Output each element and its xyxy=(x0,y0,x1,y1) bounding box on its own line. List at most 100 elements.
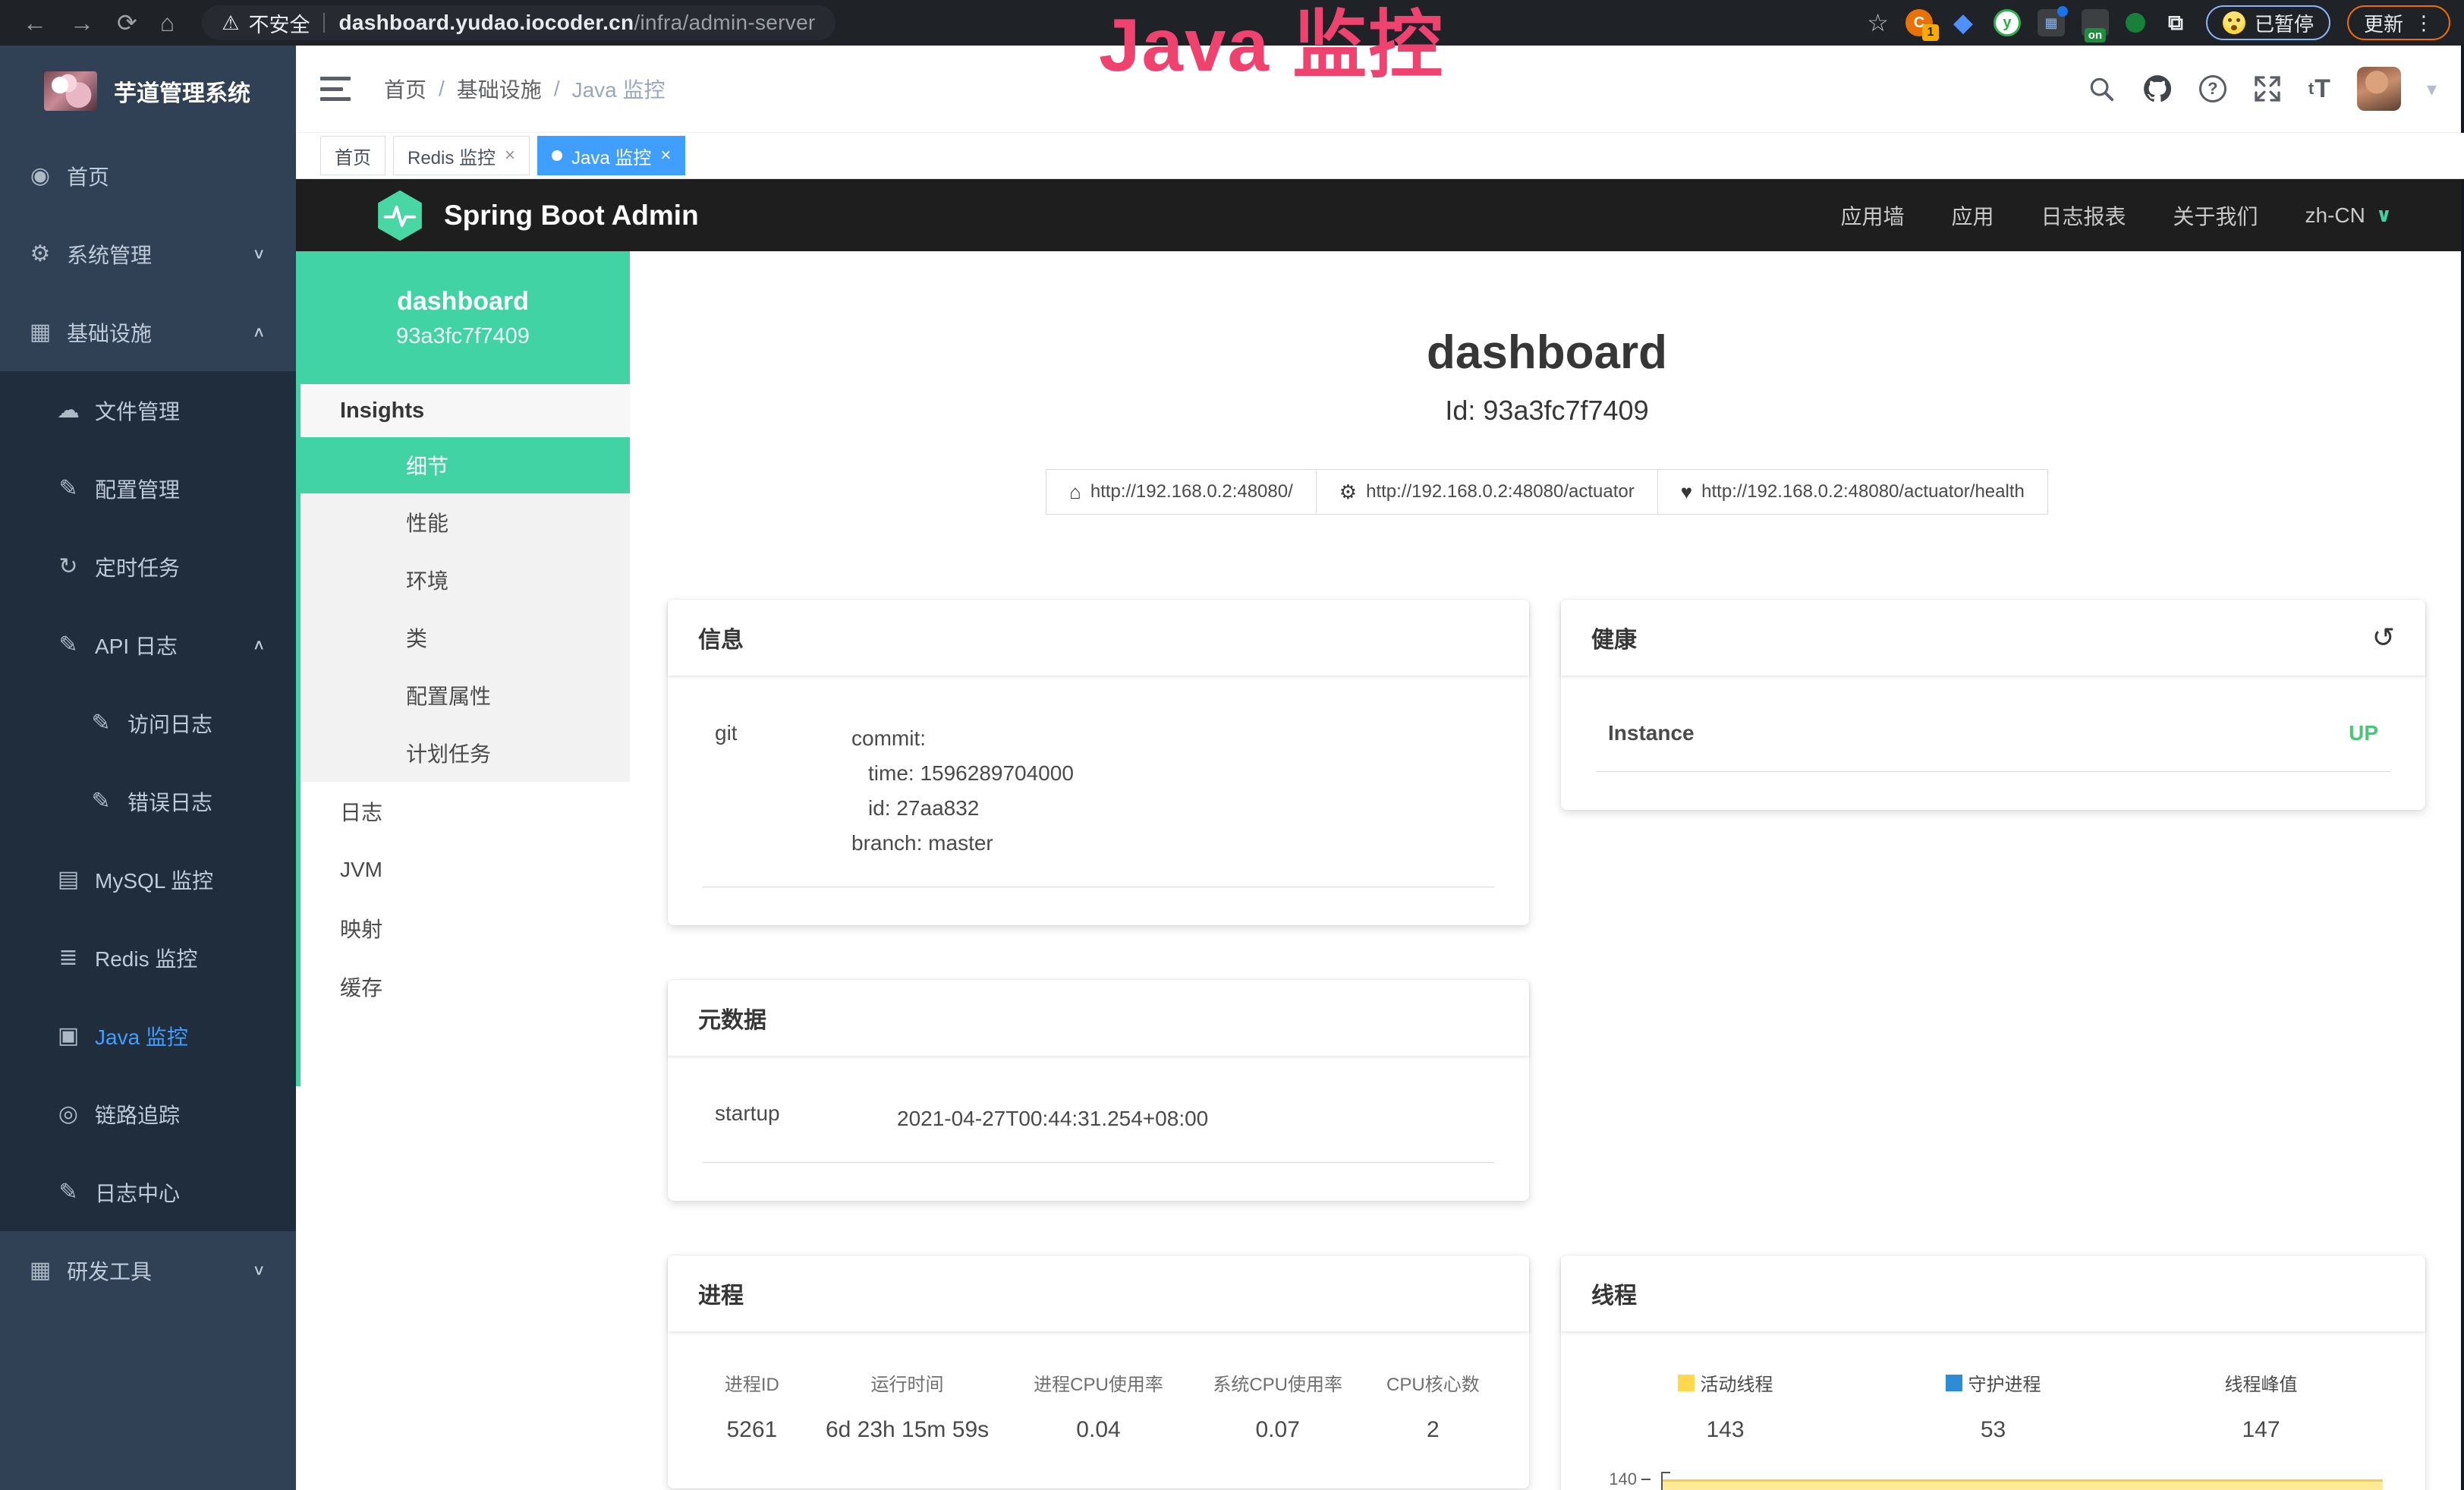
grid-glyph: ▦ xyxy=(2044,15,2057,31)
active-threads-area xyxy=(1663,1479,2383,1490)
instance-label: Instance xyxy=(1608,721,1695,745)
sba-item-mappings[interactable]: 映射 xyxy=(296,899,630,957)
sba-item-scheduled-tasks[interactable]: 计划任务 xyxy=(296,724,630,782)
help-icon[interactable]: ? xyxy=(2199,75,2226,102)
browser-menu-icon[interactable]: ⋮ xyxy=(2414,11,2434,35)
sba-item-config-props[interactable]: 配置属性 xyxy=(296,666,630,724)
sidebar-item-scheduled-jobs[interactable]: ↻ 定时任务 xyxy=(0,528,296,606)
table-row: startup 2021-04-27T00:44:31.254+08:00 xyxy=(703,1082,1494,1163)
sidebar-item-label: 访问日志 xyxy=(127,708,212,739)
font-size-icon[interactable]: tT xyxy=(2308,74,2331,104)
home-icon: ⌂ xyxy=(1069,480,1081,504)
sidebar-item-label: 定时任务 xyxy=(95,552,180,582)
sba-item-jvm[interactable]: JVM xyxy=(296,840,630,899)
sidebar-item-system[interactable]: ⚙ 系统管理 ∨ xyxy=(0,215,296,293)
sidebar-item-dev-tools[interactable]: ▦ 研发工具 ∨ xyxy=(0,1231,296,1309)
sidebar-item-java-monitor[interactable]: ▣ Java 监控 xyxy=(0,997,296,1075)
sba-nav: 应用墙 应用 日志报表 关于我们 zh-CN ∨ xyxy=(1793,200,2464,231)
toggle-extension-icon[interactable]: on xyxy=(2082,9,2109,36)
language-select[interactable]: zh-CN ∨ xyxy=(2305,203,2392,228)
sidebar-item-home[interactable]: ◉ 首页 xyxy=(0,137,296,215)
nav-applications[interactable]: 应用 xyxy=(1951,200,1994,231)
sidebar-item-infra[interactable]: ▦ 基础设施 ∧ xyxy=(0,293,296,371)
log-edit-icon: ✎ xyxy=(83,788,118,814)
threads-card-body: 活动线程 守护进程 线程峰值 143 53 147 140 120 xyxy=(1561,1331,2425,1490)
security-label[interactable]: 不安全 xyxy=(248,8,310,38)
chevron-down-icon: ∨ xyxy=(252,245,266,263)
service-url-link[interactable]: ⌂ http://192.168.0.2:48080/ xyxy=(1046,470,1316,514)
tab-home[interactable]: 首页 xyxy=(320,136,385,175)
bookmark-star-icon[interactable]: ☆ xyxy=(1867,8,1889,37)
nav-wallboard[interactable]: 应用墙 xyxy=(1840,200,1904,231)
paused-badge[interactable]: 已暂停 xyxy=(2206,5,2330,40)
eye-icon: ◎ xyxy=(51,1101,86,1127)
sba-item-caches[interactable]: 缓存 xyxy=(296,957,630,1016)
sidebar-item-redis-monitor[interactable]: ≣ Redis 监控 xyxy=(0,918,296,997)
gem-extension-icon[interactable]: ◆ xyxy=(1949,9,1977,36)
url[interactable]: dashboard.yudao.iocoder.cn/infra/admin-s… xyxy=(338,11,815,35)
green-extension-icon[interactable]: y xyxy=(1994,9,2021,36)
sidebar-item-file-manage[interactable]: ☁ 文件管理 xyxy=(0,371,296,449)
fullscreen-icon[interactable] xyxy=(2252,74,2283,104)
health-url-link[interactable]: ♥ http://192.168.0.2:48080/actuator/heal… xyxy=(1657,470,2047,514)
hamburger-icon[interactable] xyxy=(320,77,351,101)
cloud-upload-icon: ☁ xyxy=(51,397,86,424)
sba-item-logfile[interactable]: 日志 xyxy=(296,782,630,840)
extension-c-icon[interactable]: C 1 xyxy=(1905,9,1933,36)
breadcrumb-current: Java 监控 xyxy=(572,74,666,104)
nav-about[interactable]: 关于我们 xyxy=(2173,200,2258,231)
sidebar-item-api-log[interactable]: ✎ API 日志 ∧ xyxy=(0,606,296,684)
sidebar-item-trace[interactable]: ◎ 链路追踪 xyxy=(0,1075,296,1153)
table-row: git commit: time: 1596289704000 id: 27aa… xyxy=(703,701,1494,887)
app-logo-row[interactable]: 芋道管理系统 xyxy=(0,46,296,137)
chevron-down-icon: ∨ xyxy=(252,1262,266,1279)
extensions-puzzle-icon[interactable]: ⧉ xyxy=(2162,9,2189,36)
user-avatar[interactable] xyxy=(2357,67,2401,111)
sba-item-beans[interactable]: 类 xyxy=(296,609,630,666)
instance-header: dashboard 93a3fc7f7409 xyxy=(296,251,630,384)
grid-extension-icon[interactable]: ▦ xyxy=(2038,9,2065,36)
sidebar-item-mysql-monitor[interactable]: ▤ MySQL 监控 xyxy=(0,840,296,918)
tab-redis-monitor[interactable]: Redis 监控 × xyxy=(393,136,530,175)
leaf-extension-icon[interactable] xyxy=(2126,13,2145,33)
legend-item: 守护进程 xyxy=(1859,1369,2127,1396)
history-icon[interactable]: ↺ xyxy=(2372,622,2395,654)
sidebar-item-error-log[interactable]: ✎ 错误日志 xyxy=(0,762,296,840)
caret-down-icon[interactable]: ▾ xyxy=(2427,77,2437,101)
address-bar[interactable]: ⚠ 不安全 dashboard.yudao.iocoder.cn/infra/a… xyxy=(202,5,835,40)
sidebar-item-log-center[interactable]: ✎ 日志中心 xyxy=(0,1153,296,1231)
sba-item-details[interactable]: 细节 xyxy=(296,437,630,493)
update-button[interactable]: 更新 ⋮ xyxy=(2347,5,2450,40)
reload-icon[interactable]: ⟳ xyxy=(117,11,137,35)
sidebar-item-label: 链路追踪 xyxy=(95,1099,180,1129)
sidebar-item-config-manage[interactable]: ✎ 配置管理 xyxy=(0,449,296,528)
sba-item-metrics[interactable]: 性能 xyxy=(296,493,630,551)
row-value: 2021-04-27T00:44:31.254+08:00 xyxy=(897,1101,1482,1136)
extension-badge: 1 xyxy=(1922,24,1939,41)
close-icon[interactable]: × xyxy=(660,145,671,166)
close-icon[interactable]: × xyxy=(505,145,515,166)
service-url: http://192.168.0.2:48080/ xyxy=(1090,481,1293,502)
nav-journal[interactable]: 日志报表 xyxy=(2041,200,2126,231)
back-icon[interactable]: ← xyxy=(23,11,47,35)
insights-group-label[interactable]: Insights xyxy=(296,384,630,437)
home-icon[interactable]: ⌂ xyxy=(160,11,175,35)
card-title: 信息 xyxy=(698,621,744,654)
search-icon[interactable] xyxy=(2087,74,2116,103)
cell-cpu-cores: 2 xyxy=(1367,1417,1499,1443)
legend-value: 147 xyxy=(2127,1417,2395,1443)
log-edit-icon: ✎ xyxy=(51,632,86,658)
sba-logo[interactable]: Spring Boot Admin xyxy=(376,189,699,242)
github-icon[interactable] xyxy=(2141,73,2173,105)
row-key: git xyxy=(715,721,851,861)
tab-java-monitor[interactable]: Java 监控 × xyxy=(537,136,685,175)
col-header: 系统CPU使用率 xyxy=(1188,1369,1367,1396)
breadcrumb-home[interactable]: 首页 xyxy=(384,74,426,104)
forward-icon[interactable]: → xyxy=(70,11,94,35)
breadcrumb-infra[interactable]: 基础设施 xyxy=(457,74,542,104)
threads-card: 线程 活动线程 守护进程 线程峰值 143 53 147 xyxy=(1561,1255,2425,1490)
sidebar-item-access-log[interactable]: ✎ 访问日志 xyxy=(0,684,296,762)
actuator-url-link[interactable]: ⚙ http://192.168.0.2:48080/actuator xyxy=(1316,470,1657,514)
sidebar-item-label: 研发工具 xyxy=(67,1255,152,1286)
sba-item-environment[interactable]: 环境 xyxy=(296,551,630,609)
